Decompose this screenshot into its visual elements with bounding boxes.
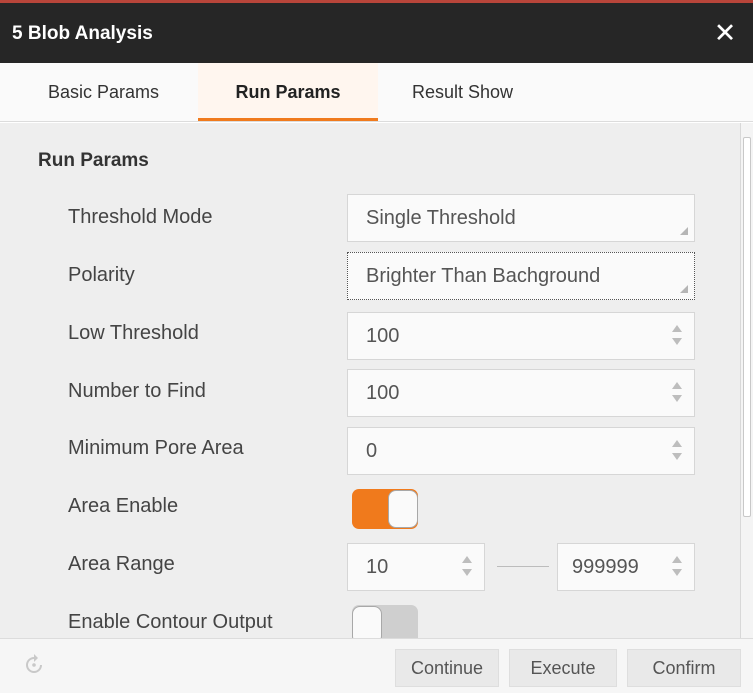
area-enable-label: Area Enable	[68, 495, 179, 517]
dropdown-corner-icon	[680, 285, 688, 293]
min-pore-area-label: Minimum Pore Area	[68, 437, 244, 459]
area-enable-toggle[interactable]	[352, 489, 418, 529]
area-range-min-input[interactable]: 10	[347, 543, 485, 591]
threshold-mode-value: Single Threshold	[366, 207, 516, 229]
spinner-icon[interactable]	[462, 556, 472, 578]
spinner-icon[interactable]	[672, 556, 682, 578]
polarity-select[interactable]: Brighter Than Bachground	[347, 252, 695, 300]
dropdown-corner-icon	[680, 227, 688, 235]
number-to-find-input[interactable]: 100	[347, 369, 695, 417]
threshold-mode-select[interactable]: Single Threshold	[347, 194, 695, 242]
area-range-label: Area Range	[68, 553, 175, 575]
number-to-find-label: Number to Find	[68, 380, 206, 402]
tab-result-show[interactable]: Result Show	[388, 63, 548, 121]
close-icon[interactable]: ✕	[711, 15, 739, 51]
scrollbar-thumb[interactable]	[743, 137, 751, 517]
tab-basic-params[interactable]: Basic Params	[24, 63, 194, 121]
contour-output-toggle[interactable]	[352, 605, 418, 638]
min-pore-area-value: 0	[366, 440, 378, 462]
continue-button[interactable]: Continue	[395, 649, 499, 687]
number-to-find-value: 100	[366, 382, 400, 404]
spinner-icon[interactable]	[672, 325, 682, 347]
contour-output-label: Enable Contour Output	[68, 611, 273, 633]
low-threshold-value: 100	[366, 325, 400, 347]
polarity-value: Brighter Than Bachground	[366, 265, 601, 287]
threshold-mode-label: Threshold Mode	[68, 206, 213, 228]
low-threshold-input[interactable]: 100	[347, 312, 695, 360]
reset-icon[interactable]	[22, 653, 46, 677]
area-range-max-input[interactable]: 999999	[557, 543, 695, 591]
scrollbar[interactable]	[740, 123, 753, 638]
execute-button[interactable]: Execute	[509, 649, 617, 687]
spinner-icon[interactable]	[672, 440, 682, 462]
spinner-icon[interactable]	[672, 382, 682, 404]
range-separator	[497, 566, 549, 567]
section-title: Run Params	[38, 150, 149, 171]
params-panel: Run Params Threshold Mode Single Thresho…	[0, 123, 740, 638]
toggle-knob	[352, 606, 382, 638]
area-range-max-value: 999999	[572, 556, 639, 578]
confirm-button[interactable]: Confirm	[627, 649, 741, 687]
min-pore-area-input[interactable]: 0	[347, 427, 695, 475]
window-title: 5 Blob Analysis	[12, 23, 153, 44]
tab-bar: Basic Params Run Params Result Show	[0, 63, 753, 122]
toggle-knob	[388, 490, 418, 528]
titlebar: 5 Blob Analysis ✕	[0, 0, 753, 63]
low-threshold-label: Low Threshold	[68, 322, 199, 344]
area-range-min-value: 10	[366, 556, 389, 578]
polarity-label: Polarity	[68, 264, 135, 286]
footer-bar: Continue Execute Confirm	[0, 638, 753, 693]
tab-run-params[interactable]: Run Params	[198, 63, 378, 121]
